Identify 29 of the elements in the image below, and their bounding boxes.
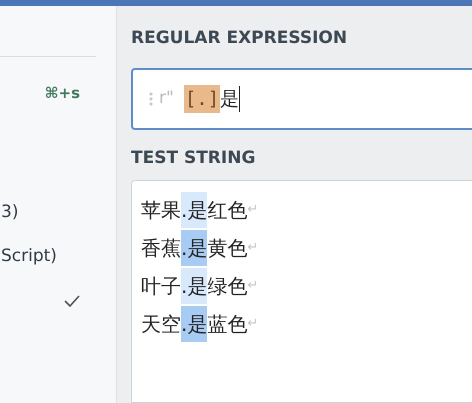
test-line-text: 天空 bbox=[141, 311, 181, 338]
drag-handle-icon bbox=[149, 92, 153, 106]
checkmark-icon bbox=[64, 294, 80, 306]
line-end-mark: ↵ bbox=[247, 201, 258, 220]
match-highlight: .是 bbox=[181, 230, 208, 266]
flavor-item[interactable]: 3) bbox=[0, 190, 116, 234]
section-title: REGULAR EXPRESSION bbox=[131, 27, 348, 50]
line-end-mark: ↵ bbox=[247, 277, 258, 296]
keyboard-shortcut: ⌘+s bbox=[44, 83, 80, 104]
flavor-item[interactable]: Script) bbox=[0, 234, 116, 278]
match-highlight: .是 bbox=[181, 192, 208, 228]
section-title: TEST STRING bbox=[131, 147, 256, 170]
literal-token: 是 bbox=[220, 87, 240, 112]
test-line-text: 叶子 bbox=[141, 273, 181, 300]
character-class-token: [.] bbox=[184, 85, 220, 113]
test-string-area[interactable]: 苹果.是红色↵ 香蕉.是黄色↵ 叶子.是绿色↵ 天空.是蓝色↵ bbox=[131, 180, 472, 403]
text-cursor bbox=[239, 86, 240, 112]
match-highlight: .是 bbox=[181, 306, 208, 342]
test-line-text: 香蕉 bbox=[141, 235, 181, 262]
line-end-mark: ↵ bbox=[247, 315, 258, 334]
test-line-text: 蓝色 bbox=[207, 311, 248, 338]
test-line-text: 苹果 bbox=[141, 197, 181, 224]
test-line-text: 红色 bbox=[207, 197, 248, 224]
regex-delimiter: r" bbox=[159, 87, 174, 110]
regex-input[interactable]: r" [.]是 bbox=[131, 68, 472, 130]
line-end-mark: ↵ bbox=[247, 239, 258, 258]
test-line-text: 绿色 bbox=[207, 273, 248, 300]
test-line-text: 黄色 bbox=[207, 235, 248, 262]
match-highlight: .是 bbox=[181, 268, 208, 304]
